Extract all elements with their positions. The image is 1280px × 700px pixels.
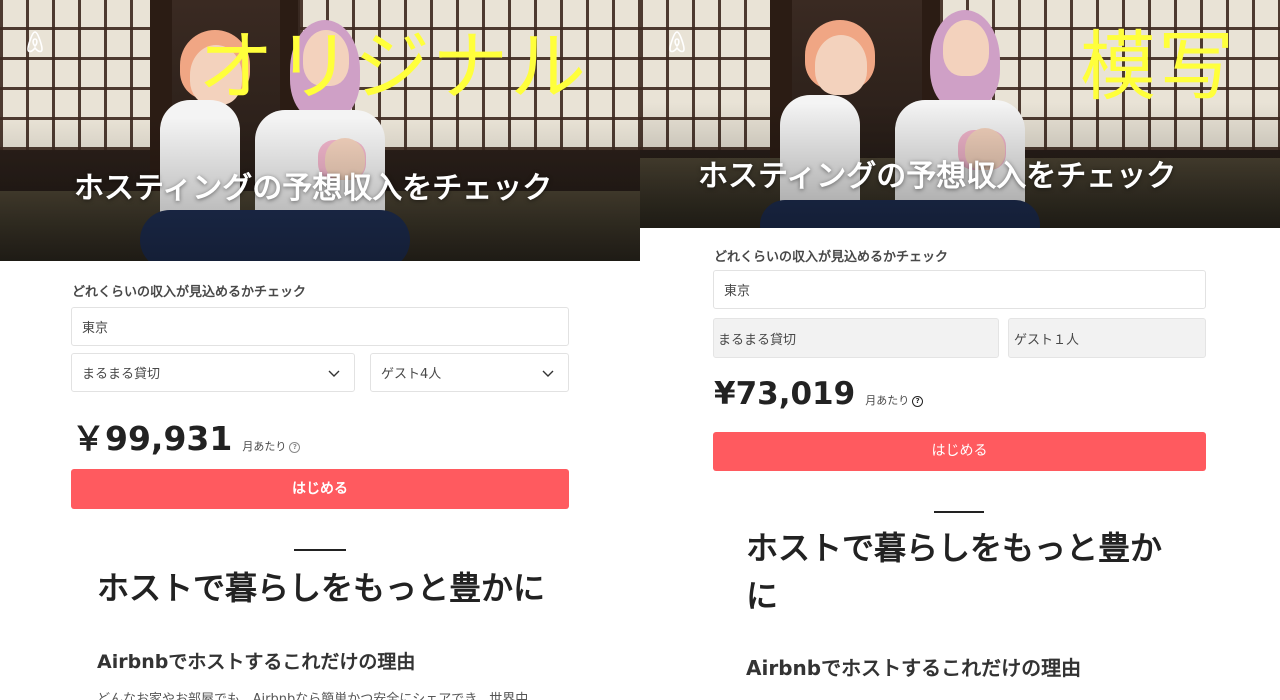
chevron-down-icon xyxy=(328,370,340,377)
price-amount: ¥73,019 xyxy=(714,376,856,412)
airbnb-logo-icon[interactable] xyxy=(26,30,44,54)
hero-title: ホスティングの予想収入をチェック xyxy=(74,171,553,206)
location-input[interactable]: 東京 xyxy=(713,270,1206,309)
start-button[interactable]: はじめる xyxy=(713,432,1206,471)
estimate-label: どれくらいの収入が見込めるかチェック xyxy=(72,285,307,300)
guests-select[interactable]: ゲスト4人 xyxy=(370,353,569,392)
guests-value: ゲスト4人 xyxy=(381,367,442,382)
section-title: ホストで暮らしをもっと豊かに xyxy=(97,569,546,607)
estimated-price: ￥99,931 月あたり? xyxy=(72,412,301,460)
location-value: 東京 xyxy=(82,321,109,336)
help-icon[interactable]: ? xyxy=(289,442,301,453)
start-button[interactable]: はじめる xyxy=(71,469,569,509)
copy-label: 模写 xyxy=(1080,22,1236,111)
per-month-label: 月あたり xyxy=(242,440,287,453)
location-input[interactable]: 東京 xyxy=(71,307,569,346)
section-divider xyxy=(294,549,346,551)
airbnb-logo-icon[interactable] xyxy=(668,30,686,54)
hero-banner: オリジナル ホスティングの予想収入をチェック xyxy=(0,0,640,261)
original-label: オリジナル xyxy=(198,22,588,111)
property-type-select[interactable]: まるまる貸切 xyxy=(71,353,355,392)
estimate-label: どれくらいの収入が見込めるかチェック xyxy=(714,250,949,265)
section-title: ホストで暮らしをもっと豊かに xyxy=(746,529,1163,615)
chevron-down-icon xyxy=(542,370,554,377)
original-panel: オリジナル ホスティングの予想収入をチェック どれくらいの収入が見込めるかチェッ… xyxy=(0,0,640,700)
location-value: 東京 xyxy=(724,284,751,299)
reasons-title: Airbnbでホストするこれだけの理由 xyxy=(97,651,416,673)
guests-value: ゲスト１人 xyxy=(1014,332,1080,348)
copy-panel: 模写 ホスティングの予想収入をチェック どれくらいの収入が見込めるかチェック 東… xyxy=(640,0,1280,700)
reasons-title: Airbnbでホストするこれだけの理由 xyxy=(746,656,1082,680)
property-type-value: まるまる貸切 xyxy=(718,332,797,348)
help-icon[interactable]: ? xyxy=(912,396,924,407)
property-type-value: まるまる貸切 xyxy=(82,367,161,382)
guests-select[interactable]: ゲスト１人 xyxy=(1008,318,1206,358)
section-divider xyxy=(934,511,984,513)
property-type-select[interactable]: まるまる貸切 xyxy=(713,318,999,358)
per-month-label: 月あたり xyxy=(865,394,910,407)
estimated-price: ¥73,019 月あたり? xyxy=(714,376,924,412)
price-amount: ￥99,931 xyxy=(72,419,233,458)
hero-banner: 模写 ホスティングの予想収入をチェック xyxy=(640,0,1280,228)
hero-title: ホスティングの予想収入をチェック xyxy=(698,159,1177,194)
reasons-body: どんなお家やお部屋でも、Airbnbなら簡単かつ安全にシェアでき、世界中 xyxy=(97,692,529,700)
